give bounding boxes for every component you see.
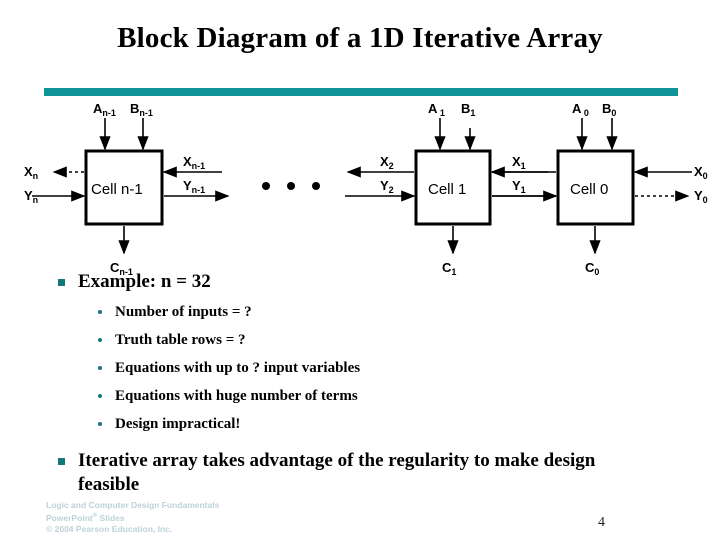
slide: Block Diagram of a 1D Iterative Array An… [0, 0, 720, 540]
bullet-example: Example: n = 32 [58, 270, 720, 294]
page-number: 4 [598, 515, 605, 530]
cell-1-name: Cell 1 [428, 181, 466, 198]
sub-bullet-text: Number of inputs = ? [115, 304, 252, 320]
sub-bullet-text: Design impractical! [115, 416, 241, 432]
sub-bullet-number-of-inputs: Number of inputs = ? [98, 302, 720, 322]
dot-bullet-icon [98, 394, 102, 398]
bullet-text: Iterative array takes advantage of the r… [78, 450, 596, 495]
dot-bullet-icon [98, 310, 102, 314]
cell-0-x-in-label: X0 [694, 164, 708, 181]
block-diagram: An-1 Bn-1 Xn Yn Xn-1 Yn-1 Cn-1 Cell n-1 … [0, 96, 720, 281]
cell-1-y-out-label: Y2 [380, 178, 394, 195]
cell-n-1-b-label: Bn-1 [130, 101, 153, 118]
sub-bullet-equations-huge-terms: Equations with huge number of terms [98, 386, 720, 406]
credit-line-2-post: Slides [97, 512, 125, 523]
cell-1-x-in-label: X1 [512, 154, 526, 171]
square-bullet-icon [58, 279, 65, 286]
copyright-credit: Logic and Computer Design Fundamentals P… [46, 500, 346, 535]
cell-n-1-y-out-label: Yn-1 [183, 178, 205, 195]
cell-n-1-a-label: An-1 [93, 101, 116, 118]
credit-line-3: © 2004 Pearson Education, Inc. [46, 523, 173, 534]
sub-bullet-text: Equations with up to ? input variables [115, 360, 361, 376]
cell-1-y-in-label: Y1 [512, 178, 526, 195]
cell-n-1-y-in-label: Yn [24, 188, 38, 205]
sub-bullet-text: Truth table rows = ? [115, 332, 246, 348]
title-divider-rule [44, 88, 678, 96]
sub-bullet-design-impractical: Design impractical! [98, 414, 720, 434]
square-bullet-icon [58, 458, 65, 465]
cell-0-name: Cell 0 [570, 181, 608, 198]
cell-0-a-label: A 0 [572, 101, 589, 118]
dot-bullet-icon [98, 338, 102, 342]
credit-line-2: PowerPoint® Slides [46, 511, 346, 524]
cell-n-1-x-in-label: Xn-1 [183, 154, 205, 171]
cell-1-b-label: B1 [461, 101, 475, 118]
page-title: Block Diagram of a 1D Iterative Array [117, 22, 603, 54]
bullet-text: Example: n = 32 [78, 271, 211, 292]
dot-bullet-icon [98, 366, 102, 370]
sub-bullet-truth-table-rows: Truth table rows = ? [98, 330, 720, 350]
bullet-body: Example: n = 32 Number of inputs = ? Tru… [0, 262, 720, 497]
cell-0-b-label: B0 [602, 101, 616, 118]
credit-line-2-pre: PowerPoint [46, 512, 93, 523]
cell-0-y-out-label: Y0 [694, 188, 708, 205]
cell-1-x-out-label: X2 [380, 154, 394, 171]
cell-n-1-name: Cell n-1 [91, 181, 143, 198]
bullet-iterative-array: Iterative array takes advantage of the r… [58, 449, 720, 497]
credit-line-1: Logic and Computer Design Fundamentals [46, 500, 220, 510]
sub-bullet-text: Equations with huge number of terms [115, 388, 358, 404]
cell-n-1-x-out-label: Xn [24, 164, 38, 181]
ellipsis-dots [262, 182, 320, 190]
cell-1-a-label: A 1 [428, 101, 445, 118]
sub-bullet-equations-up-to: Equations with up to ? input variables [98, 358, 720, 378]
dot-bullet-icon [98, 422, 102, 426]
